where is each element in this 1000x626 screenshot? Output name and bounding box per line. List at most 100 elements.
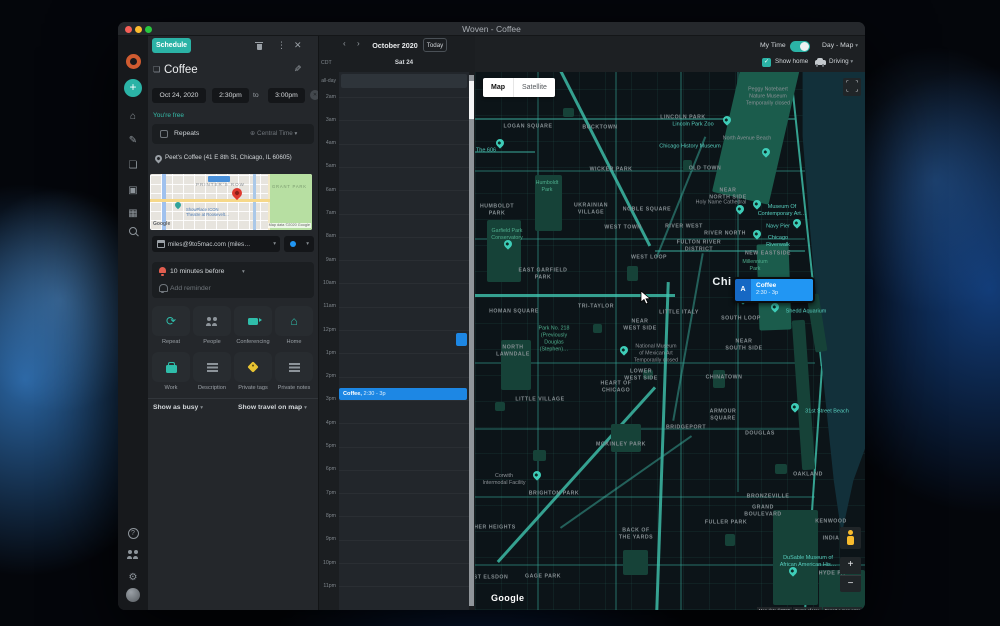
my-time-toggle[interactable]: [790, 41, 810, 52]
zoom-in-button[interactable]: +: [840, 557, 861, 574]
tag-private-notes[interactable]: Private notes: [275, 352, 313, 391]
map-data-link[interactable]: Map data ©2020: [757, 607, 792, 610]
map-pin[interactable]: [791, 217, 802, 228]
travel-mode-dropdown[interactable]: Driving ▾: [829, 58, 853, 65]
map-label: LOGAN SQUARE: [504, 124, 553, 131]
map-pin[interactable]: [531, 469, 542, 480]
popup-time: 2:30 - 3p: [756, 290, 813, 296]
thumb-park-area: [268, 174, 312, 230]
thumb-grant-park-label: GRANT PARK: [272, 184, 307, 189]
terms-link[interactable]: Terms of Use: [793, 607, 822, 610]
location-row[interactable]: Peet's Coffee (41 E 8th St, Chicago, IL …: [152, 152, 314, 166]
mini-event-chip[interactable]: [456, 333, 467, 346]
map-label: NEAR WEST SIDE: [623, 318, 656, 332]
hour-gridline: [339, 447, 469, 448]
repeats-checkbox[interactable]: [160, 130, 168, 138]
tag-conferencing[interactable]: Conferencing: [234, 306, 272, 345]
tag-repeat[interactable]: ⟳Repeat: [152, 306, 190, 345]
tag-icon: [234, 352, 272, 382]
woven-logo[interactable]: [118, 54, 148, 74]
show-home-checkbox[interactable]: ✓: [762, 58, 771, 67]
event-title[interactable]: Coffee: [164, 64, 198, 76]
map-label: Humboldt Park: [536, 180, 559, 194]
hour-gridline: [339, 400, 469, 401]
end-time-field[interactable]: 3:00pm: [268, 88, 305, 103]
today-button[interactable]: Today: [423, 38, 447, 52]
timezone-dropdown[interactable]: ⊕ Central Time ▾: [250, 130, 297, 137]
map-event-popup[interactable]: A Coffee 2:30 - 3p: [733, 277, 815, 303]
more-options-button[interactable]: ⋮: [277, 41, 286, 50]
report-error-link[interactable]: Report a map error: [823, 607, 862, 610]
map-toolbar: My Time Day - Map ▾ ✓ Show home Driving …: [475, 36, 865, 72]
calendar-scrollbar[interactable]: [469, 75, 474, 606]
left-rail: + ⌂ ✎ ❏ ▣ ▦? ⚙: [118, 36, 148, 610]
hour-gridline: [339, 97, 469, 98]
event-color-dropdown[interactable]: ▾: [284, 236, 314, 252]
map-pin[interactable]: [618, 344, 629, 355]
map-canvas[interactable]: LOGAN SQUAREBUCKTOWNLINCOLN PARKWICKER P…: [475, 72, 865, 610]
google-logo: Google: [491, 593, 524, 603]
add-button[interactable]: +: [118, 78, 148, 97]
tag-private-tags[interactable]: Private tags: [234, 352, 272, 391]
edit-title-icon[interactable]: ✎: [294, 64, 302, 75]
map-label: WEST TOWN: [604, 225, 641, 232]
location-map-thumbnail[interactable]: PRINTER'S ROW GRANT PARK ShowPlace ICON …: [150, 174, 312, 230]
view-mode-dropdown[interactable]: Day - Map ▾: [822, 42, 858, 49]
map-label: SOUTH LOOP: [721, 316, 761, 323]
popup-title: Coffee: [756, 282, 813, 289]
all-day-row[interactable]: [341, 74, 467, 88]
reminder-bell-icon: [158, 267, 167, 276]
all-day-label: all-day: [319, 78, 336, 84]
map-label: CHINATOWN: [706, 375, 743, 382]
schedule-button[interactable]: Schedule: [152, 38, 191, 53]
analytics-icon[interactable]: ▦: [118, 203, 148, 221]
user-avatar[interactable]: [118, 588, 148, 607]
search-icon[interactable]: [118, 224, 148, 242]
map-label: KENWOOD: [815, 519, 847, 526]
date-field[interactable]: Oct 24, 2020: [152, 88, 206, 103]
add-reminder-button[interactable]: Add reminder: [170, 285, 211, 292]
timezone-abbrev: CDT: [321, 60, 332, 66]
day-column[interactable]: [339, 72, 469, 610]
schedule-icon[interactable]: ▣: [118, 180, 148, 198]
fullscreen-button[interactable]: ⌜⌝ ⌞⌟: [843, 78, 861, 96]
hour-gridline: [339, 214, 469, 215]
help-icon[interactable]: ?: [118, 522, 148, 540]
reminder-dropdown[interactable]: 10 minutes before: [170, 268, 224, 275]
map-label: FULTON RIVER DISTRICT: [677, 239, 721, 253]
show-as-busy-dropdown[interactable]: Show as busy ▾: [153, 404, 203, 411]
satellite-tab[interactable]: Satellite: [513, 78, 555, 97]
pegman-control[interactable]: [840, 527, 861, 549]
hour-gridline: [339, 470, 469, 471]
map-label: Lincoln Park Zoo: [672, 121, 713, 128]
calendar-scrollbar-thumb[interactable]: [469, 81, 474, 119]
zoom-out-button[interactable]: −: [840, 575, 861, 592]
show-travel-dropdown[interactable]: Show travel on map ▾: [238, 404, 307, 411]
start-time-field[interactable]: 2:30pm: [212, 88, 249, 103]
home-icon: ⌂: [275, 306, 313, 336]
thumb-theatre-pin: [174, 201, 182, 209]
people-icon[interactable]: [118, 546, 148, 564]
tag-home[interactable]: ⌂Home: [275, 306, 313, 345]
tag-work[interactable]: Work: [152, 352, 190, 391]
compose-icon[interactable]: ✎: [118, 130, 148, 148]
templates-icon[interactable]: ❏: [118, 155, 148, 173]
prev-day-button[interactable]: ‹: [343, 39, 346, 48]
hour-label: 8am: [319, 233, 336, 239]
map-label: DuSable Museum of African American His…: [780, 555, 837, 569]
next-day-button[interactable]: ›: [357, 39, 360, 48]
tag-people[interactable]: People: [193, 306, 231, 345]
tag-description[interactable]: Description: [193, 352, 231, 391]
map-label: North Avenue Beach: [723, 136, 772, 143]
hour-gridline: [339, 167, 469, 168]
calendar-event-coffee[interactable]: Coffee, 2:30 - 3p: [339, 388, 467, 400]
map-tab[interactable]: Map: [483, 78, 513, 97]
my-time-label: My Time: [760, 42, 786, 49]
close-panel-button[interactable]: ✕: [294, 41, 302, 50]
home-icon[interactable]: ⌂: [118, 106, 148, 124]
delete-event-button[interactable]: [255, 41, 263, 52]
availability-status: You're free: [153, 112, 184, 119]
map-label: Chicago Riverwalk: [766, 235, 790, 249]
settings-icon[interactable]: ⚙: [118, 567, 148, 585]
calendar-account-dropdown[interactable]: miles@9to5mac.com (miles… ▾: [152, 236, 280, 252]
